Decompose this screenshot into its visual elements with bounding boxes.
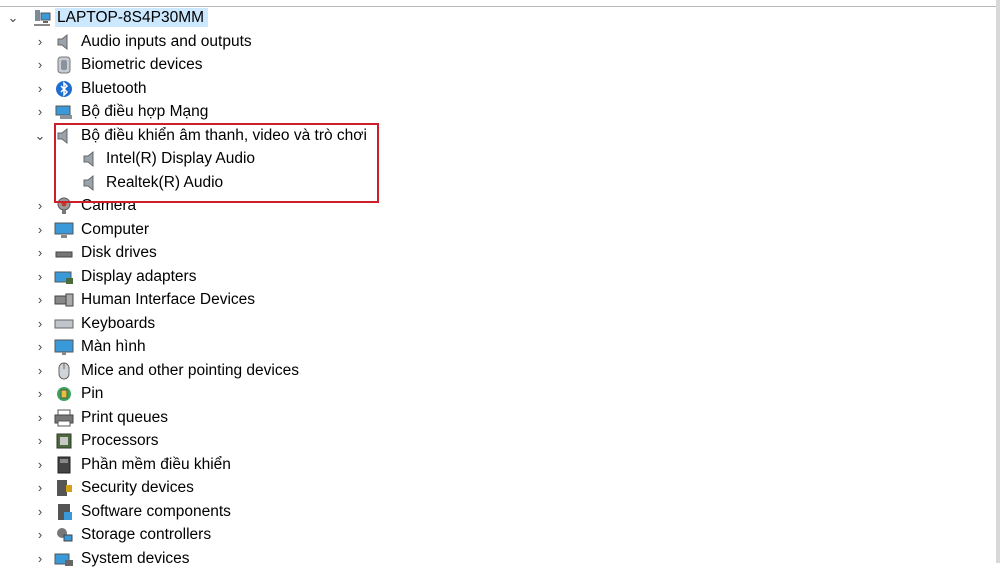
chevron-right-icon[interactable]: ›	[33, 58, 47, 72]
tree-item-label: Human Interface Devices	[81, 290, 255, 309]
chevron-right-icon[interactable]: ›	[33, 411, 47, 425]
tree-item[interactable]: › Pin	[0, 382, 996, 406]
biometric-icon	[54, 55, 74, 75]
mouse-icon	[54, 361, 74, 381]
processor-icon	[54, 431, 74, 451]
tree-item-label: Bluetooth	[81, 79, 147, 98]
keyboard-icon	[54, 314, 74, 334]
tree-item[interactable]: › Storage controllers	[0, 523, 996, 547]
storage-controller-icon	[54, 525, 74, 545]
chevron-right-icon[interactable]: ›	[33, 246, 47, 260]
tree-item[interactable]: › Keyboards	[0, 312, 996, 336]
computer-root-icon	[32, 8, 52, 28]
chevron-right-icon[interactable]: ›	[33, 105, 47, 119]
tree-item[interactable]: › Computer	[0, 218, 996, 242]
tree-item-label: Processors	[81, 431, 159, 450]
tree-item-label: Disk drives	[81, 243, 157, 262]
chevron-right-icon[interactable]: ›	[33, 223, 47, 237]
system-devices-icon	[54, 549, 74, 569]
tree-item-label: Security devices	[81, 478, 194, 497]
chevron-right-icon[interactable]: ›	[33, 317, 47, 331]
tree-item-label: Mice and other pointing devices	[81, 361, 299, 380]
tree-item[interactable]: › Bluetooth	[0, 77, 996, 101]
tree-item-label: System devices	[81, 549, 190, 568]
tree-item-label: Bộ điều hợp Mạng	[81, 102, 208, 121]
tree-item[interactable]: › Biometric devices	[0, 53, 996, 77]
chevron-right-icon[interactable]: ›	[33, 199, 47, 213]
computer-icon	[54, 220, 74, 240]
security-device-icon	[54, 478, 74, 498]
network-adapter-icon	[54, 102, 74, 122]
hid-icon	[54, 290, 74, 310]
tree-item[interactable]: › Processors	[0, 429, 996, 453]
speaker-icon	[54, 32, 74, 52]
printer-icon	[54, 408, 74, 428]
tree-item[interactable]: › Software components	[0, 500, 996, 524]
tree-item-label: Màn hình	[81, 337, 146, 356]
chevron-right-icon[interactable]: ›	[33, 82, 47, 96]
tree-item[interactable]: › Human Interface Devices	[0, 288, 996, 312]
disk-drive-icon	[54, 243, 74, 263]
tree-item[interactable]: › Print queues	[0, 406, 996, 430]
bluetooth-icon	[54, 79, 74, 99]
chevron-right-icon[interactable]: ›	[33, 340, 47, 354]
computer-name-label: LAPTOP-8S4P30MM	[55, 8, 208, 27]
display-adapter-icon	[54, 267, 74, 287]
chevron-right-icon[interactable]: ›	[33, 35, 47, 49]
tree-item[interactable]: › Disk drives	[0, 241, 996, 265]
chevron-right-icon[interactable]: ›	[33, 481, 47, 495]
tree-item-label: Pin	[81, 384, 103, 403]
chevron-right-icon[interactable]: ›	[33, 434, 47, 448]
tree-item[interactable]: › Phần mềm điều khiển	[0, 453, 996, 477]
tree-item[interactable]: › Security devices	[0, 476, 996, 500]
chevron-right-icon[interactable]: ›	[33, 528, 47, 542]
scrollbar[interactable]	[996, 0, 1000, 563]
tree-item-label: Software components	[81, 502, 231, 521]
chevron-right-icon[interactable]: ›	[33, 293, 47, 307]
tree-item[interactable]: › Mice and other pointing devices	[0, 359, 996, 383]
highlight-box	[54, 123, 379, 203]
tree-item[interactable]: › Display adapters	[0, 265, 996, 289]
chevron-right-icon[interactable]: ›	[33, 458, 47, 472]
tree-item-label: Keyboards	[81, 314, 155, 333]
tree-item-label: Audio inputs and outputs	[81, 32, 252, 51]
tree-item-label: Phần mềm điều khiển	[81, 455, 231, 474]
chevron-right-icon[interactable]: ›	[33, 270, 47, 284]
tree-item-label: Biometric devices	[81, 55, 202, 74]
chevron-right-icon[interactable]: ›	[33, 364, 47, 378]
chevron-down-icon[interactable]: ⌄	[6, 11, 20, 25]
tree-item[interactable]: › Audio inputs and outputs	[0, 30, 996, 54]
tree-item-label: Display adapters	[81, 267, 196, 286]
device-tree: ⌄ LAPTOP-8S4P30MM › Audio inputs and outp…	[0, 6, 996, 570]
tree-root[interactable]: ⌄ LAPTOP-8S4P30MM	[0, 6, 996, 30]
software-component-icon	[54, 502, 74, 522]
tree-item[interactable]: › Bộ điều hợp Mạng	[0, 100, 996, 124]
tree-item-label: Print queues	[81, 408, 168, 427]
chevron-right-icon[interactable]: ›	[33, 552, 47, 566]
chevron-down-icon[interactable]: ⌄	[33, 129, 47, 143]
chevron-right-icon[interactable]: ›	[33, 505, 47, 519]
tree-item-label: Storage controllers	[81, 525, 211, 544]
chevron-right-icon[interactable]: ›	[33, 387, 47, 401]
tree-item[interactable]: › System devices	[0, 547, 996, 570]
tree-item[interactable]: › Màn hình	[0, 335, 996, 359]
monitor-icon	[54, 337, 74, 357]
firmware-icon	[54, 455, 74, 475]
battery-icon	[54, 384, 74, 404]
tree-item-label: Computer	[81, 220, 149, 239]
